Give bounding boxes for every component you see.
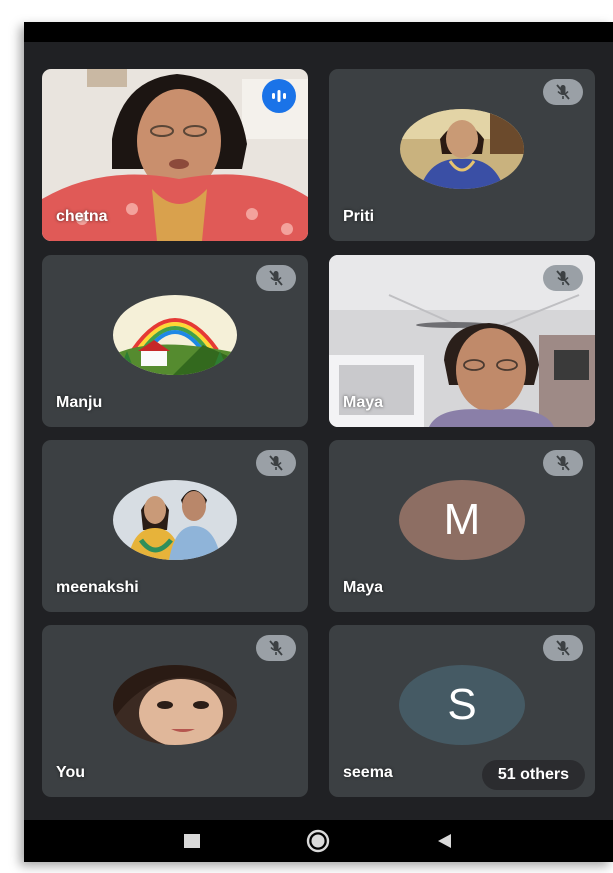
audio-level-icon — [262, 79, 296, 113]
participant-tile-meenakshi[interactable]: meenakshi — [42, 440, 308, 612]
participant-tile-seema[interactable]: S seema 51 others — [329, 625, 595, 797]
mic-off-icon — [543, 635, 583, 661]
participant-avatar — [400, 109, 524, 189]
participant-tile-priti[interactable]: Priti — [329, 69, 595, 241]
participant-name: seema — [343, 764, 393, 781]
participant-initial-avatar: M — [399, 480, 525, 560]
participant-tile-maya[interactable]: M Maya — [329, 440, 595, 612]
participant-tile-maya-video[interactable]: Maya — [329, 255, 595, 427]
participant-tile-chetna[interactable]: chetna — [42, 69, 308, 241]
participant-tile-you[interactable]: You — [42, 625, 308, 797]
mic-off-icon — [543, 79, 583, 105]
meeting-screen: chetna Priti Manju Maya meenakshi M Maya… — [24, 22, 613, 862]
mic-off-icon — [543, 265, 583, 291]
recents-icon[interactable] — [172, 820, 212, 862]
others-count-chip[interactable]: 51 others — [481, 760, 585, 790]
participant-tile-manju[interactable]: Manju — [42, 255, 308, 427]
participant-name: chetna — [56, 208, 108, 225]
mic-off-icon — [256, 265, 296, 291]
participant-name: Maya — [343, 579, 384, 596]
status-bar — [24, 22, 613, 42]
navigation-bar — [24, 820, 613, 862]
mic-off-icon — [256, 635, 296, 661]
participant-avatar — [113, 295, 237, 375]
home-icon[interactable] — [298, 820, 338, 862]
participant-initial-avatar: S — [399, 665, 525, 745]
back-icon[interactable] — [424, 820, 464, 862]
participant-name: Manju — [56, 394, 103, 411]
participant-name: Maya — [343, 394, 384, 411]
participant-avatar — [113, 665, 237, 745]
mic-off-icon — [543, 450, 583, 476]
participant-name: Priti — [343, 208, 375, 225]
participant-avatar — [113, 480, 237, 560]
participant-name: You — [56, 764, 86, 781]
mic-off-icon — [256, 450, 296, 476]
participant-name: meenakshi — [56, 579, 139, 596]
